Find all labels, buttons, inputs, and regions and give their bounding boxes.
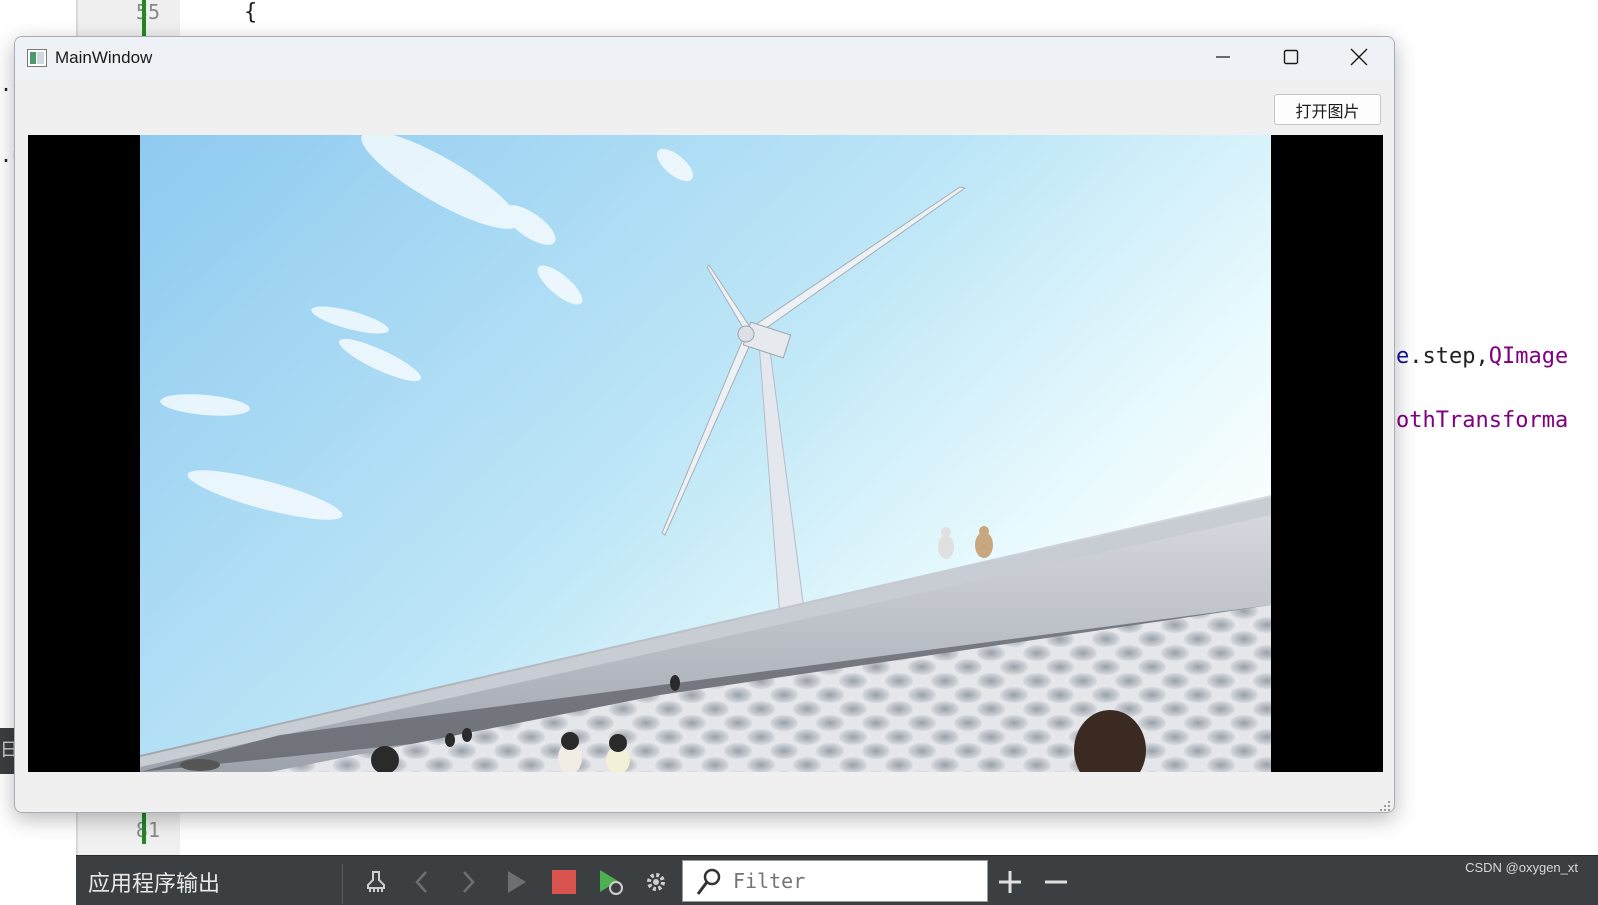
application-output-pane: 应用程序输出 Filter CSDN @oxygen_xt (76, 855, 1598, 905)
divider (342, 864, 343, 904)
change-marker (142, 812, 146, 844)
filter-input[interactable] (733, 869, 973, 893)
chevron-left-icon[interactable] (404, 864, 440, 900)
minimize-icon (1215, 49, 1231, 69)
line-number: 55 (135, 0, 160, 24)
main-window: MainWindow 打开图片 (14, 36, 1395, 813)
output-pane-title: 应用程序输出 (88, 872, 221, 897)
ide-left-panel-edge: 日 (0, 728, 14, 774)
minimize-button[interactable] (1189, 37, 1257, 81)
app-icon (27, 49, 47, 67)
resize-grip-icon[interactable] (1379, 797, 1391, 811)
window-title: MainWindow (55, 48, 153, 67)
line-number: 81 (135, 818, 160, 842)
code-line: e.step,QImage (1396, 344, 1568, 369)
open-image-button[interactable]: 打开图片 (1274, 94, 1381, 125)
image-display-label (28, 135, 1383, 772)
ide-left-fragment-1: .c (0, 72, 14, 96)
run-icon[interactable] (498, 864, 534, 900)
close-icon (1350, 48, 1368, 70)
filter-field[interactable] (682, 860, 988, 902)
code-token: .step, (1409, 344, 1489, 369)
chevron-right-icon[interactable] (450, 864, 486, 900)
code-token: e (1396, 344, 1410, 369)
title-bar[interactable]: MainWindow (15, 37, 1394, 81)
gear-icon[interactable] (638, 864, 674, 900)
code-token: QImage (1488, 344, 1569, 369)
watermark: CSDN @oxygen_xt (1465, 860, 1578, 875)
stop-icon[interactable] (546, 864, 582, 900)
code-line: { (244, 0, 258, 25)
search-icon (695, 867, 723, 901)
maximize-icon (1283, 49, 1299, 69)
close-button[interactable] (1325, 37, 1393, 81)
minus-icon[interactable] (1038, 864, 1074, 900)
clear-icon[interactable] (358, 864, 394, 900)
maximize-button[interactable] (1257, 37, 1325, 81)
code-line: othTransforma (1396, 408, 1569, 433)
photo-illustration (140, 135, 1271, 772)
ide-left-fragment-2: .u (0, 143, 14, 167)
rerun-icon[interactable] (592, 864, 628, 900)
plus-icon[interactable] (992, 864, 1028, 900)
wind-turbine-photo (140, 135, 1271, 772)
change-marker (142, 0, 146, 36)
